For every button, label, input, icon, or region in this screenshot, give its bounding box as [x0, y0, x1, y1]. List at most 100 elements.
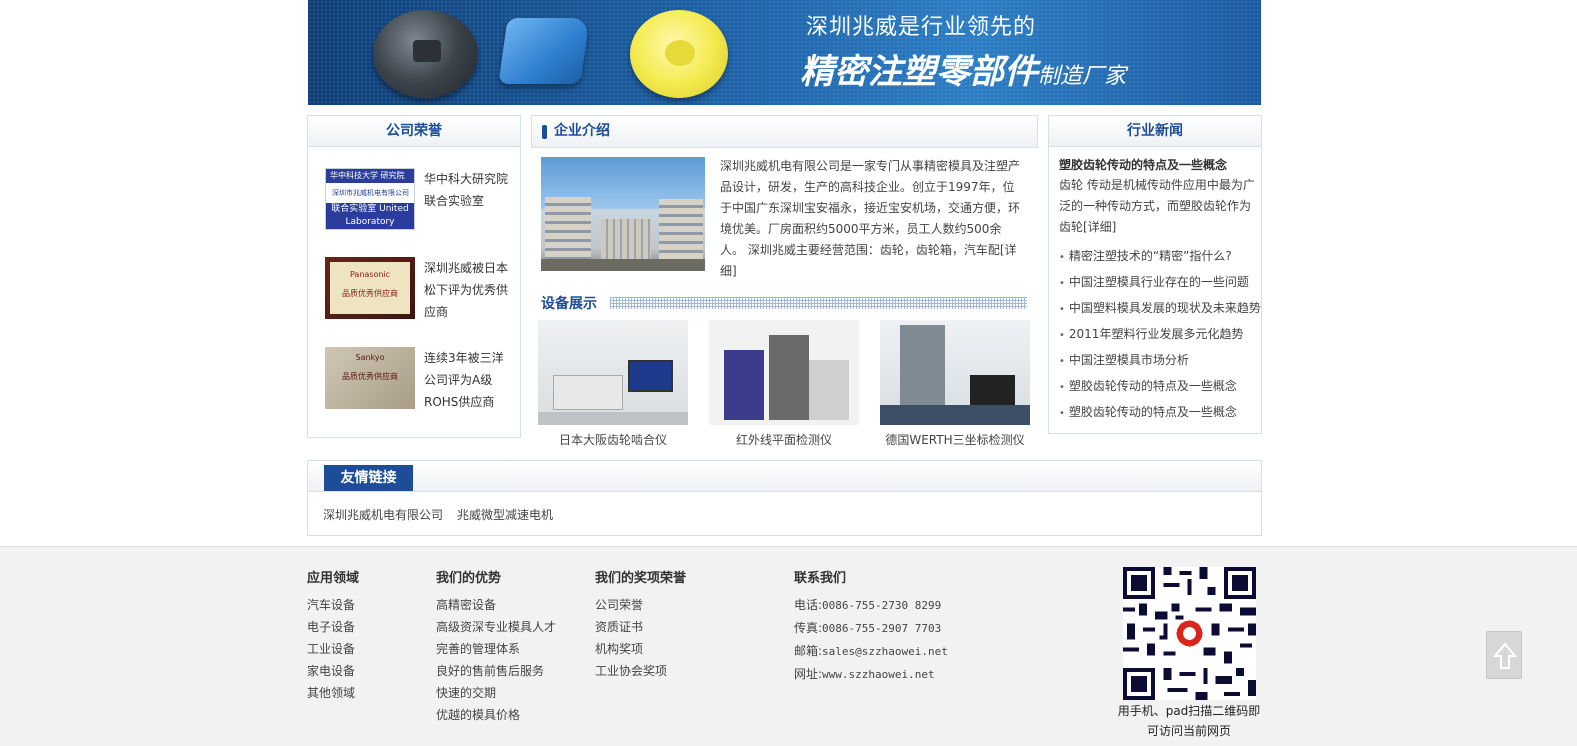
equipment-machine: [724, 350, 764, 420]
equipment-item[interactable]: 日本大阪齿轮啮合仪: [538, 320, 688, 448]
building-left: [545, 197, 591, 267]
footer-link[interactable]: 良好的售前售后服务: [436, 660, 556, 682]
footer-column-applications: 应用领域 汽车设备 电子设备 工业设备 家电设备 其他领域: [307, 567, 359, 704]
honor-image-line: 品质优秀供应商: [342, 372, 398, 381]
building-road: [541, 259, 705, 271]
honors-title: 公司荣誉: [308, 116, 520, 147]
factory-building-image[interactable]: [541, 157, 705, 271]
footer: 应用领域 汽车设备 电子设备 工业设备 家电设备 其他领域 我们的优势 高精密设…: [0, 546, 1577, 746]
honor-text[interactable]: 连续3年被三洋公司评为A级ROHS供应商: [424, 347, 514, 413]
honor-image-line: 深圳市兆威机电有限公司: [332, 189, 409, 197]
news-item[interactable]: 塑胶齿轮传动的特点及一些概念: [1059, 402, 1263, 428]
footer-link[interactable]: 完善的管理体系: [436, 638, 556, 660]
honor-item[interactable]: Sankyo 品质优秀供应商 连续3年被三洋公司评为A级ROHS供应商: [325, 347, 515, 417]
friend-link[interactable]: 深圳兆威机电有限公司: [323, 506, 443, 523]
banner-part-yellow-image: [630, 10, 728, 98]
honor-text[interactable]: 华中科大研究院联合实验室: [424, 168, 514, 212]
news-item[interactable]: 2011年塑料行业发展多元化趋势: [1059, 324, 1263, 350]
equipment-screen: [970, 375, 1015, 405]
banner-slogan-main-text: 精密注塑零部件: [800, 52, 1038, 92]
honor-image-lab[interactable]: 华中科技大学 研究院 深圳市兆威机电有限公司 联合实验室 United Labo…: [325, 168, 415, 230]
footer-column-contact: 联系我们 电话:0086-755-2730 8299 传真:0086-755-2…: [794, 567, 948, 686]
building-center: [601, 219, 651, 259]
equipment-image[interactable]: [538, 320, 688, 425]
friend-link[interactable]: 兆威微型减速电机: [457, 506, 553, 523]
equipment-screen: [628, 360, 673, 392]
contact-label: 网址:: [794, 667, 823, 681]
footer-column-advantages: 我们的优势 高精密设备 高级资深专业模具人才 完善的管理体系 良好的售前售后服务…: [436, 567, 556, 726]
news-lead-title[interactable]: 塑胶齿轮传动的特点及一些概念: [1059, 156, 1227, 173]
honor-image-line: 品质优秀供应商: [342, 289, 398, 298]
footer-column-title: 应用领域: [307, 571, 360, 586]
arrow-up-icon: [1492, 642, 1518, 669]
equipment-caption[interactable]: 日本大阪齿轮啮合仪: [538, 431, 688, 448]
equipment-image[interactable]: [709, 320, 859, 425]
news-item[interactable]: 精密注塑技术的“精密”指什么?: [1059, 246, 1263, 272]
back-to-top-button[interactable]: [1486, 631, 1522, 679]
banner-part-blue-image: [498, 18, 590, 84]
honor-image-line: 华中科技大学 研究院: [326, 169, 414, 183]
equipment-item[interactable]: 德国WERTH三坐标检测仪: [880, 320, 1030, 448]
news-item[interactable]: 塑胶齿轮传动的特点及一些概念: [1059, 376, 1263, 402]
news-item[interactable]: 中国注塑模具行业存在的一些问题: [1059, 272, 1263, 298]
honor-image-certificate[interactable]: Panasonic 品质优秀供应商: [325, 257, 415, 319]
footer-column-title: 我们的奖项荣誉: [595, 571, 687, 586]
honor-item[interactable]: Panasonic 品质优秀供应商 深圳兆威被日本松下评为优秀供应商: [325, 257, 515, 327]
equipment-item[interactable]: 红外线平面检测仪: [709, 320, 859, 448]
equipment-title-divider: [610, 297, 1027, 309]
honors-panel: 公司荣誉 华中科技大学 研究院 深圳市兆威机电有限公司 联合实验室 United…: [307, 115, 521, 438]
honor-item[interactable]: 华中科技大学 研究院 深圳市兆威机电有限公司 联合实验室 United Labo…: [325, 168, 515, 238]
equipment-desk: [880, 405, 1030, 425]
honor-image-line: 联合实验室 United Laboratory: [326, 203, 414, 229]
contact-label: 电话:: [794, 598, 823, 612]
intro-title: 企业介绍: [542, 116, 610, 147]
contact-fax: 传真:0086-755-2907 7703: [794, 617, 948, 640]
equipment-base: [809, 360, 849, 420]
contact-label: 邮箱:: [794, 644, 823, 658]
news-list: 精密注塑技术的“精密”指什么? 中国注塑模具行业存在的一些问题 中国塑料模具发展…: [1059, 246, 1263, 428]
equipment-caption[interactable]: 红外线平面检测仪: [709, 431, 859, 448]
equipment-title: 设备展示: [541, 296, 597, 312]
contact-value[interactable]: www.szzhaowei.net: [822, 668, 935, 681]
friend-links-title: 友情链接: [324, 465, 413, 491]
contact-email: 邮箱:sales@szzhaowei.net: [794, 640, 948, 663]
banner-slogan-main: 精密注塑零部件制造厂家: [800, 44, 1126, 93]
header-banner: 深圳兆威是行业领先的 精密注塑零部件制造厂家: [308, 0, 1261, 105]
honor-image-line: Sankyo: [355, 353, 385, 362]
friend-links-panel: 友情链接 深圳兆威机电有限公司 兆威微型减速电机: [307, 460, 1262, 536]
contact-value: 0086-755-2730 8299: [822, 599, 942, 612]
footer-link[interactable]: 其他领域: [307, 682, 359, 704]
contact-value[interactable]: sales@szzhaowei.net: [822, 645, 948, 658]
news-panel: 行业新闻 塑胶齿轮传动的特点及一些概念 齿轮 传动是机械传动件应用中最为广泛的一…: [1048, 115, 1262, 434]
honor-image-cert-inner: Panasonic 品质优秀供应商: [330, 262, 410, 314]
equipment-caption[interactable]: 德国WERTH三坐标检测仪: [880, 431, 1030, 448]
honor-image-sankyo[interactable]: Sankyo 品质优秀供应商: [325, 347, 415, 409]
intro-text[interactable]: 深圳兆威机电有限公司是一家专门从事精密模具及注塑产品设计，研发，生产的高科技企业…: [720, 156, 1023, 282]
footer-link[interactable]: 电子设备: [307, 616, 359, 638]
footer-link[interactable]: 工业设备: [307, 638, 359, 660]
honor-text[interactable]: 深圳兆威被日本松下评为优秀供应商: [424, 257, 514, 323]
news-item[interactable]: 中国塑料模具发展的现状及未来趋势: [1059, 298, 1263, 324]
footer-link[interactable]: 家电设备: [307, 660, 359, 682]
news-lead-text[interactable]: 齿轮 传动是机械传动件应用中最为广泛的一种传动方式，而塑胶齿轮作为齿轮[详细]: [1059, 175, 1255, 238]
footer-link[interactable]: 机构奖项: [595, 638, 686, 660]
qr-caption-line: 用手机、pad扫描二维码即: [1117, 704, 1261, 718]
footer-link[interactable]: 高级资深专业模具人才: [436, 616, 556, 638]
equipment-desk: [538, 412, 688, 425]
footer-link[interactable]: 公司荣誉: [595, 594, 686, 616]
equipment-machine: [553, 375, 623, 410]
footer-link[interactable]: 工业协会奖项: [595, 660, 686, 682]
equipment-machine: [900, 325, 945, 405]
news-title: 行业新闻: [1049, 116, 1261, 147]
footer-link[interactable]: 资质证书: [595, 616, 686, 638]
footer-link[interactable]: 汽车设备: [307, 594, 359, 616]
contact-phone: 电话:0086-755-2730 8299: [794, 594, 948, 617]
equipment-image[interactable]: [880, 320, 1030, 425]
qr-caption: 用手机、pad扫描二维码即 可访问当前网页: [1115, 701, 1263, 741]
footer-link[interactable]: 快速的交期: [436, 682, 556, 704]
footer-link[interactable]: 优越的模具价格: [436, 704, 556, 726]
footer-link[interactable]: 高精密设备: [436, 594, 556, 616]
news-item[interactable]: 中国注塑模具市场分析: [1059, 350, 1263, 376]
footer-column-title: 我们的优势: [436, 571, 502, 586]
honor-image-line: Panasonic: [349, 270, 391, 279]
